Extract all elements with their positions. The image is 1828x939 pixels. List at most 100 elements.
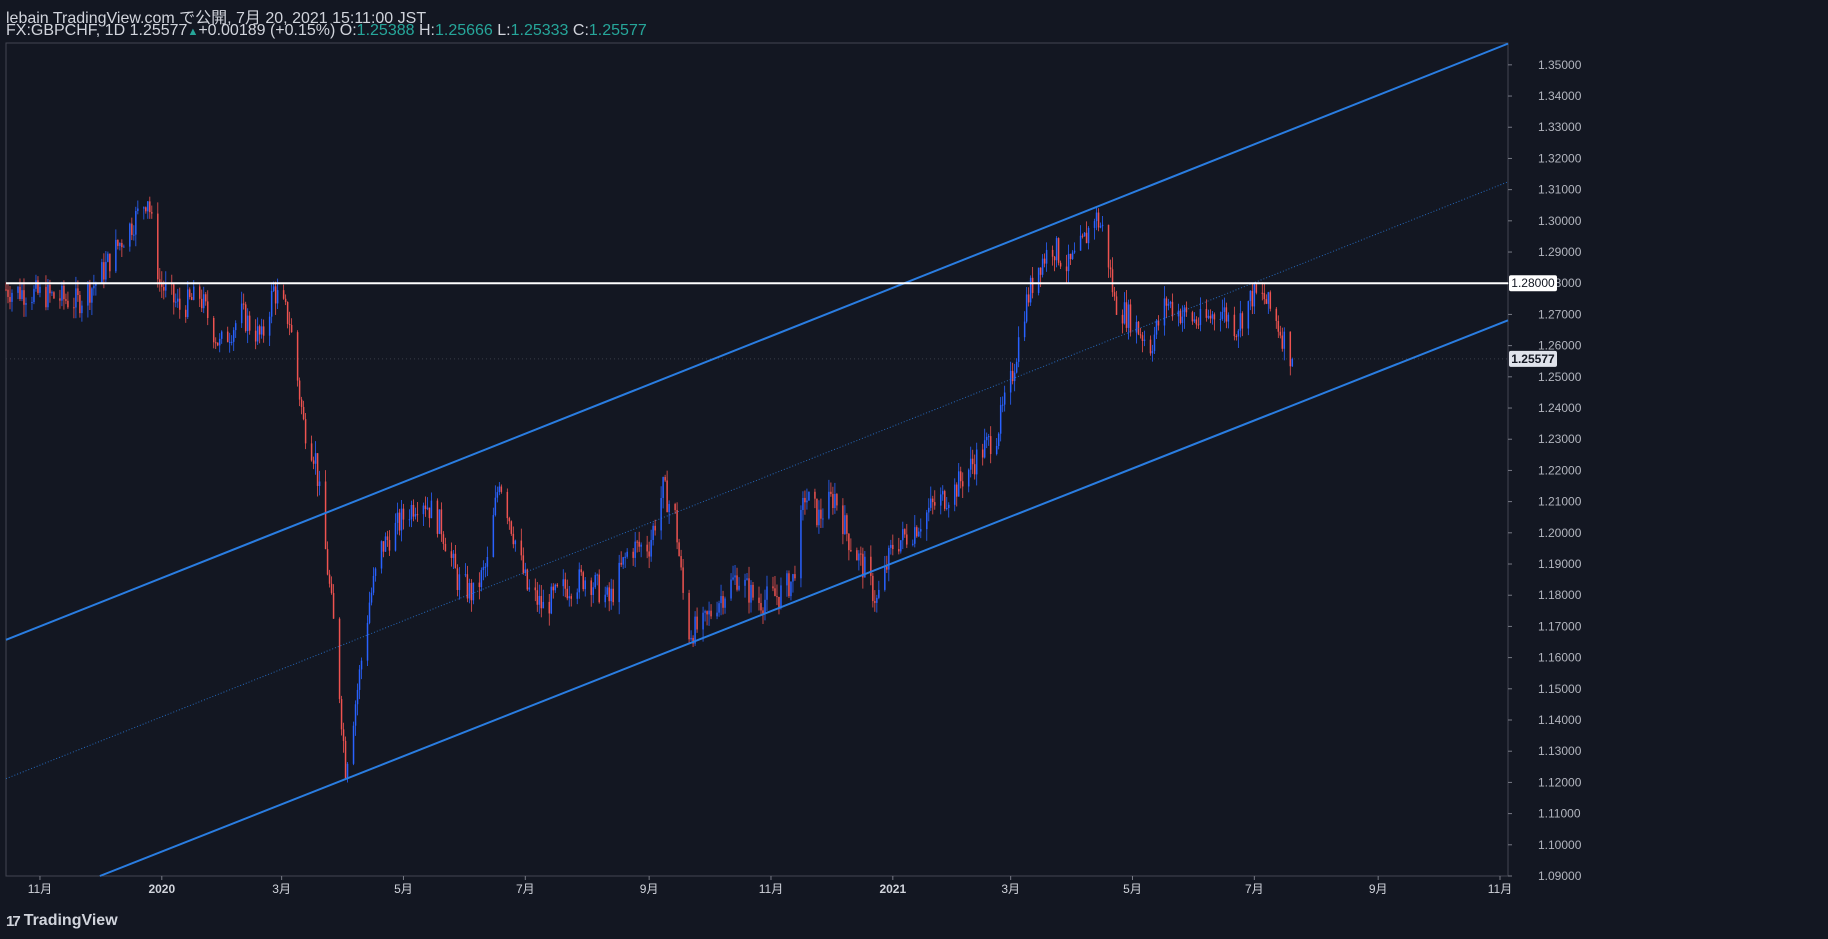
candle — [5, 289, 7, 291]
y-tick-label: 1.21000 — [1538, 495, 1582, 509]
x-tick-label: 2021 — [879, 882, 906, 896]
candle — [636, 541, 638, 543]
candle — [374, 568, 377, 576]
candle — [1141, 335, 1144, 341]
candle — [248, 315, 251, 331]
candle — [121, 242, 123, 248]
y-tick-label: 1.15000 — [1538, 682, 1582, 696]
candle — [1237, 330, 1240, 337]
candle — [1143, 339, 1146, 341]
candle — [722, 596, 724, 608]
candle — [173, 284, 175, 303]
candle — [776, 596, 778, 598]
candle — [1129, 304, 1132, 333]
candle — [412, 504, 415, 517]
candle — [696, 616, 698, 630]
candle — [366, 622, 369, 661]
candle — [1171, 301, 1174, 317]
candle — [542, 601, 545, 609]
candle — [522, 555, 525, 573]
candle — [1181, 316, 1184, 323]
candle — [284, 298, 287, 302]
candle — [338, 618, 341, 700]
candle — [330, 583, 333, 594]
candle — [981, 449, 984, 458]
candle — [1137, 321, 1140, 335]
candle — [878, 589, 880, 598]
tradingview-logo-icon: 17 — [6, 912, 21, 930]
candle — [1241, 313, 1244, 329]
candle — [1261, 292, 1264, 294]
candle — [67, 300, 69, 308]
plot-area[interactable] — [5, 42, 1509, 877]
candle — [626, 551, 628, 557]
candle — [73, 307, 75, 309]
candle — [744, 579, 746, 586]
candle — [1205, 309, 1208, 318]
y-tick-label: 1.19000 — [1538, 557, 1582, 571]
x-tick-label: 3月 — [272, 882, 291, 896]
candle — [352, 725, 355, 764]
y-tick-label: 1.29000 — [1538, 245, 1582, 259]
x-tick-label: 5月 — [394, 882, 413, 896]
tradingview-logo[interactable]: 17 TradingView — [6, 911, 118, 931]
candle — [738, 585, 740, 590]
candle — [987, 436, 990, 438]
candle — [848, 533, 850, 551]
candle — [876, 597, 878, 603]
candle — [995, 446, 998, 455]
candle — [940, 494, 942, 506]
candle — [91, 288, 93, 303]
candle — [1065, 266, 1068, 272]
candle — [115, 239, 117, 272]
candle — [270, 290, 273, 317]
x-tick-label: 3月 — [1001, 882, 1020, 896]
candle — [540, 595, 543, 609]
candle — [1029, 277, 1032, 303]
candle — [470, 582, 473, 601]
candle — [1031, 277, 1034, 293]
candle — [708, 610, 710, 615]
candle — [298, 380, 301, 400]
candle — [185, 309, 187, 318]
candle — [45, 286, 47, 308]
y-tick-label: 1.14000 — [1538, 713, 1582, 727]
candle — [1011, 370, 1014, 382]
candle — [718, 603, 720, 613]
candle — [1249, 290, 1252, 302]
candle — [860, 553, 862, 555]
candle — [187, 289, 189, 318]
candle — [65, 299, 67, 301]
price-chart[interactable]: 1.35000 1.34000 1.33000 1.32000 1.31000 1.300… — [0, 0, 1828, 939]
candle — [131, 223, 133, 235]
candle — [778, 596, 780, 608]
candle — [37, 280, 39, 293]
candle — [1099, 226, 1102, 228]
candle — [898, 549, 900, 552]
candle — [234, 323, 237, 331]
candle — [959, 471, 962, 482]
candle — [1111, 269, 1114, 293]
candle — [256, 326, 259, 342]
candle — [49, 284, 51, 294]
candle — [638, 541, 640, 547]
y-tick-label: 1.24000 — [1538, 401, 1582, 415]
candle — [81, 305, 83, 314]
candle — [904, 529, 906, 535]
candle — [302, 406, 305, 420]
candle — [1073, 250, 1076, 253]
candle — [1127, 304, 1130, 328]
x-tick-label: 11月 — [759, 882, 783, 896]
y-tick-label: 1.27000 — [1538, 307, 1582, 321]
candle — [484, 566, 487, 568]
candle — [1101, 224, 1104, 227]
candle — [360, 660, 363, 670]
candle — [820, 509, 822, 519]
candle — [428, 507, 431, 519]
candle — [424, 505, 427, 509]
candle — [1093, 221, 1096, 228]
candle — [1041, 258, 1044, 275]
candle — [932, 498, 934, 503]
candle — [149, 201, 151, 213]
candle — [268, 316, 271, 336]
